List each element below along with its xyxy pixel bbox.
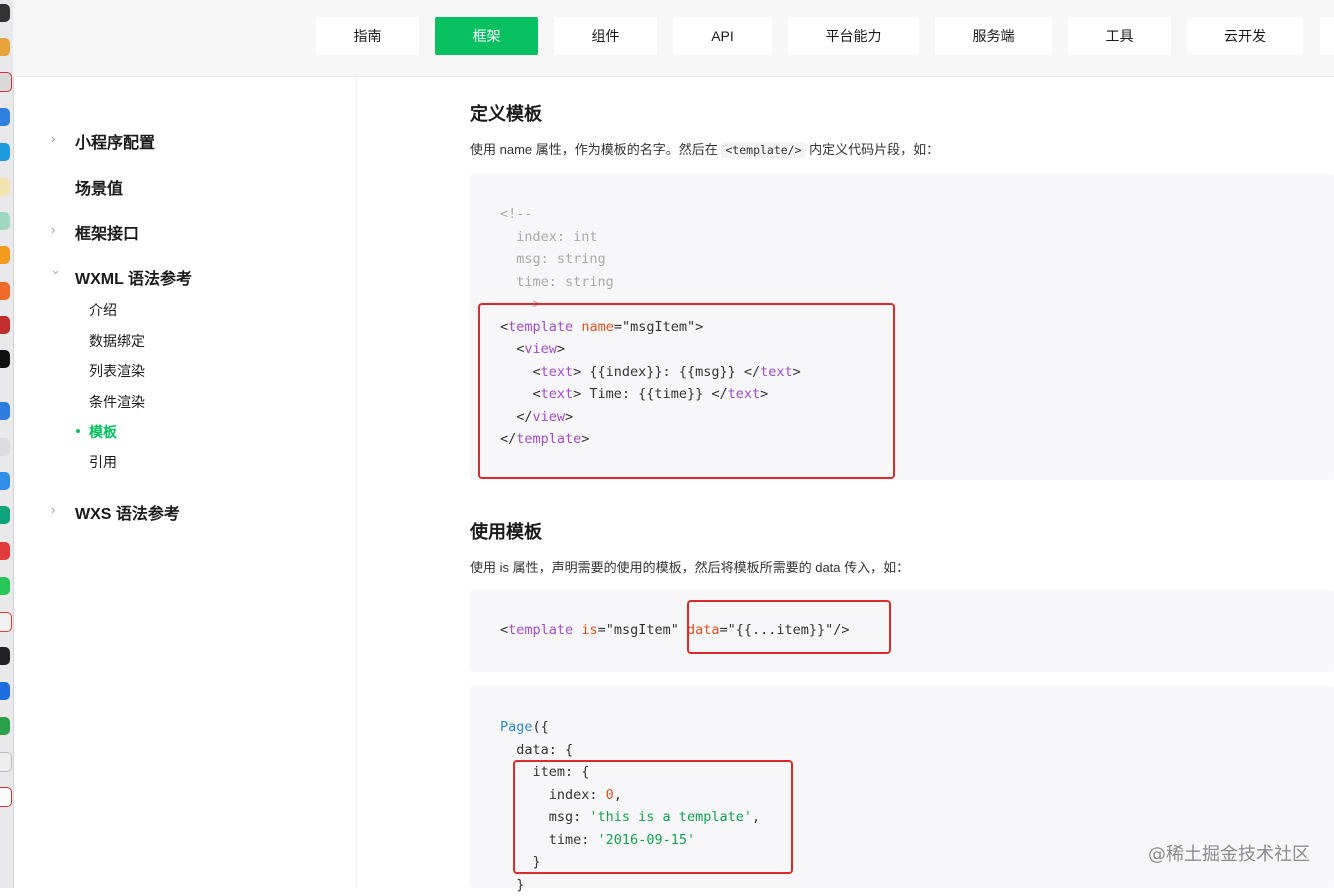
sidebar-item-label: 场景值 [75,181,124,198]
watermark: @稀土掘金技术社区 [1148,844,1310,865]
sidebar-item-scene-value[interactable]: 场景值 [75,175,123,199]
sidebar-subitem-template[interactable]: 模板 [76,422,117,442]
dock-app-icon[interactable] [0,438,10,456]
dock-app-icon[interactable] [0,143,10,161]
description-text: 使用 name 属性，作为模板的名字。然后在 [470,142,718,157]
dock-app-icon[interactable] [0,402,10,420]
top-navigation-bar: 指南 框架 组件 API 平台能力 服务端 工具 云开发 [13,0,1334,77]
code-block-use-template: <template is="msgItem" data="{{...item}}… [470,590,1334,672]
description-text: 内定义代码片段，如： [809,142,940,157]
tab-guide[interactable]: 指南 [316,17,419,55]
tab-cloud-development[interactable]: 云开发 [1187,17,1303,55]
section-title-define-template: 定义模板 [470,104,542,124]
tab-api[interactable]: API [673,17,772,55]
sidebar-subitem-label: 模板 [89,424,117,440]
dock-app-icon[interactable] [0,787,12,807]
dock-app-icon[interactable] [0,752,12,772]
highlight-box [513,760,793,874]
dock-app-icon[interactable] [0,4,10,22]
sidebar-item-label: WXML 语法参考 [75,271,193,288]
dock-app-icon[interactable] [0,612,12,632]
dock-app-icon[interactable] [0,577,10,595]
sidebar-subitem-intro[interactable]: 介绍 [89,300,117,320]
dock-app-icon[interactable] [0,542,10,560]
dock-app-icon[interactable] [0,717,10,735]
chevron-right-icon: › [51,502,56,517]
tab-framework[interactable]: 框架 [435,17,538,55]
sidebar-subitem-data-binding[interactable]: 数据绑定 [89,331,145,351]
tab-components[interactable]: 组件 [554,17,657,55]
sidebar-item-wxml-syntax[interactable]: › WXML 语法参考 [49,265,193,289]
dock-app-icon[interactable] [0,212,10,230]
sidebar-item-label: 框架接口 [75,226,140,243]
dock-app-icon[interactable] [0,316,10,334]
section-description-use-template: 使用 is 属性，声明需要的使用的模板，然后将模板所需要的 data 传入，如： [470,560,910,575]
sidebar-item-wxs-syntax[interactable]: › WXS 语法参考 [51,500,180,524]
tab-server[interactable]: 服务端 [935,17,1052,55]
section-description-define-template: 使用 name 属性，作为模板的名字。然后在 <template/> 内定义代码… [470,139,939,158]
highlight-box [687,600,891,654]
dock-app-icon[interactable] [0,282,10,300]
highlight-box [478,303,895,479]
dock-app-icon[interactable] [0,108,10,126]
sidebar-subitem-list-rendering[interactable]: 列表渲染 [89,361,145,381]
tab-tools[interactable]: 工具 [1068,17,1171,55]
inline-code: <template/> [721,142,806,158]
tab-more[interactable] [1320,17,1334,55]
sidebar-item-label: WXS 语法参考 [75,506,180,523]
sidebar-item-framework-api[interactable]: › 框架接口 [51,220,140,244]
chevron-down-icon: › [49,270,64,275]
macos-dock-strip [0,0,14,888]
docs-sidebar: › 小程序配置 场景值 › 框架接口 › WXML 语法参考 介绍 数据绑定 列… [44,77,357,888]
active-indicator-dot [76,429,80,433]
dock-app-icon[interactable] [0,38,10,56]
dock-app-icon[interactable] [0,72,12,92]
section-title-use-template: 使用模板 [470,522,542,542]
chevron-right-icon: › [51,131,56,146]
dock-app-icon[interactable] [0,682,10,700]
sidebar-subitem-reference[interactable]: 引用 [89,452,117,472]
dock-app-icon[interactable] [0,647,10,665]
dock-app-icon[interactable] [0,506,10,524]
dock-app-icon[interactable] [0,472,10,490]
dock-app-icon[interactable] [0,350,10,368]
sidebar-item-label: 小程序配置 [75,135,156,152]
sidebar-subitem-conditional-rendering[interactable]: 条件渲染 [89,392,145,412]
dock-app-icon[interactable] [0,246,10,264]
dock-app-icon[interactable] [0,178,10,196]
chevron-right-icon: › [51,222,56,237]
sidebar-item-mini-program-config[interactable]: › 小程序配置 [51,129,156,153]
tab-platform-capabilities[interactable]: 平台能力 [788,17,919,55]
